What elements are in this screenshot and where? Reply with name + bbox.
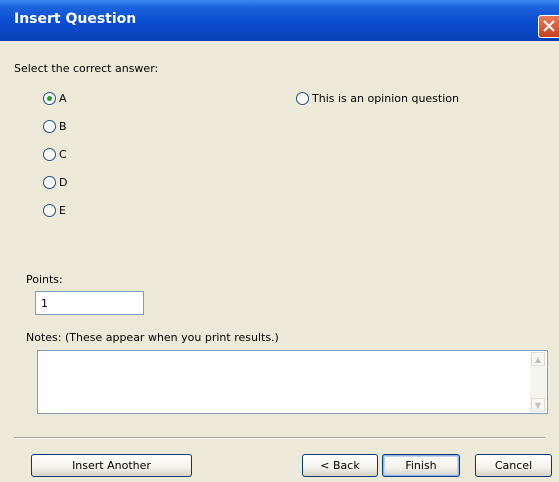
dialog-body: Select the correct answer: A B C D E Thi…	[0, 41, 559, 482]
radio-circle	[43, 120, 56, 133]
finish-button[interactable]: Finish	[382, 454, 460, 477]
points-label: Points:	[26, 273, 63, 286]
radio-circle	[43, 176, 56, 189]
insert-question-dialog: Insert Question Select the correct answe…	[0, 0, 559, 482]
cancel-button[interactable]: Cancel	[475, 454, 552, 477]
opinion-question-radio[interactable]: This is an opinion question	[296, 92, 459, 105]
notes-scrollbar[interactable]: ▲ ▼	[530, 352, 546, 412]
close-icon	[543, 20, 555, 32]
answer-label-d: D	[59, 176, 68, 189]
points-input[interactable]: 1	[35, 291, 144, 315]
answer-radio-c[interactable]: C	[43, 148, 67, 161]
radio-circle	[296, 92, 309, 105]
radio-circle	[43, 92, 56, 105]
insert-another-button[interactable]: Insert Another	[31, 454, 192, 477]
answer-label-a: A	[59, 92, 67, 105]
title-bar[interactable]: Insert Question	[0, 0, 559, 41]
back-button[interactable]: < Back	[302, 454, 378, 477]
answer-label-e: E	[59, 204, 66, 217]
notes-textarea[interactable]: ▲ ▼	[37, 350, 548, 414]
answer-radio-b[interactable]: B	[43, 120, 67, 133]
notes-label: Notes: (These appear when you print resu…	[26, 331, 279, 344]
select-answer-label: Select the correct answer:	[14, 62, 159, 75]
radio-circle	[43, 204, 56, 217]
close-button[interactable]	[538, 15, 559, 38]
answer-label-c: C	[59, 148, 67, 161]
radio-selected-dot	[47, 96, 52, 101]
scroll-up-arrow-icon[interactable]: ▲	[531, 352, 545, 366]
answer-radio-d[interactable]: D	[43, 176, 67, 189]
opinion-question-label: This is an opinion question	[312, 92, 459, 105]
answer-radio-e[interactable]: E	[43, 204, 66, 217]
footer-separator	[14, 437, 545, 439]
answer-radio-a[interactable]: A	[43, 92, 67, 105]
radio-circle	[43, 148, 56, 161]
answer-label-b: B	[59, 120, 67, 133]
window-title: Insert Question	[14, 11, 137, 27]
scroll-down-arrow-icon[interactable]: ▼	[531, 398, 545, 412]
points-value: 1	[41, 297, 48, 310]
